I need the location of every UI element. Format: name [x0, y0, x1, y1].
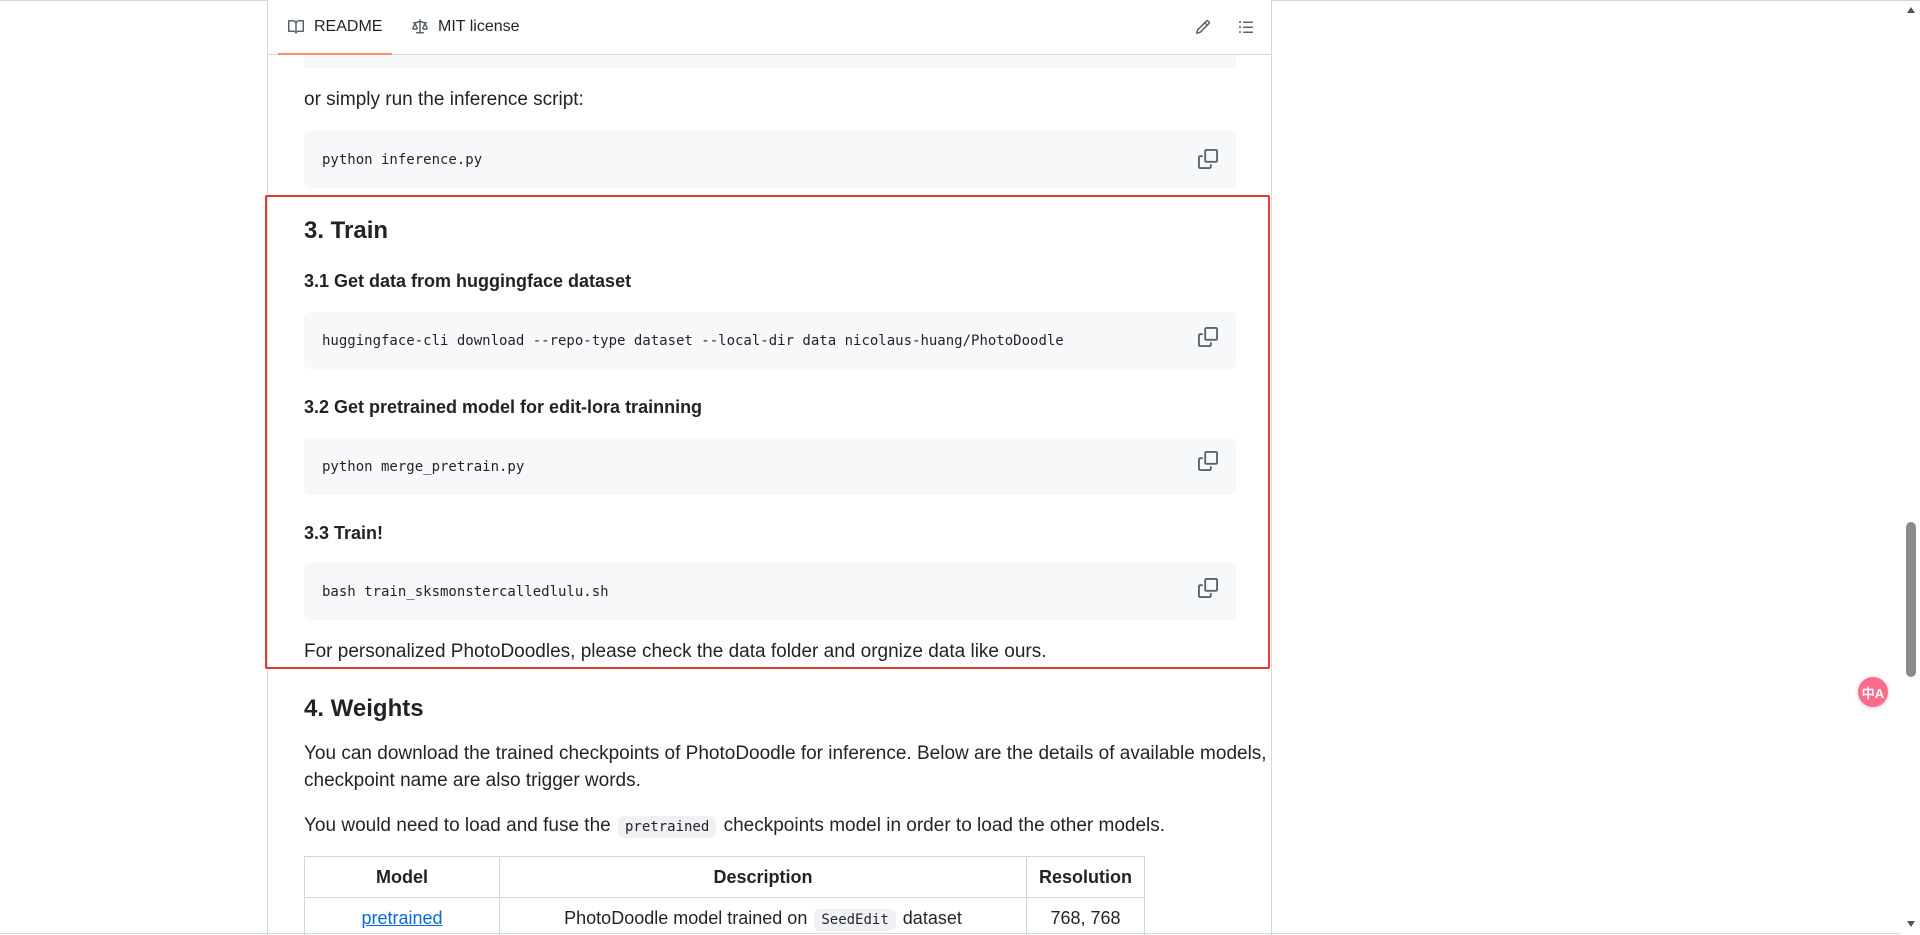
copy-button[interactable]: [1198, 327, 1218, 347]
readme-header: README MIT license: [268, 0, 1271, 55]
list-unordered-icon: [1239, 21, 1253, 33]
train-heading: 3. Train: [304, 217, 389, 244]
translate-icon-label: 中A: [1861, 685, 1885, 701]
table-header-resolution: Resolution: [1026, 856, 1145, 898]
edit-file-button[interactable]: [1192, 16, 1214, 38]
copy-button[interactable]: [1198, 578, 1218, 598]
outline-button[interactable]: [1235, 16, 1257, 38]
code-text: python inference.py: [322, 151, 483, 168]
subheading-get-data: 3.1 Get data from huggingface dataset: [304, 271, 632, 291]
weights-description-line1: You can download the trained checkpoints…: [304, 743, 1267, 764]
code-block-inference: python inference.py: [304, 131, 1236, 188]
code-text: python merge_pretrain.py: [322, 458, 525, 475]
table-cell-model: pretrained: [304, 897, 500, 935]
copy-icon: [1198, 451, 1218, 471]
table-cell-resolution: 768, 768: [1026, 897, 1145, 935]
pretrained-model-link[interactable]: pretrained: [361, 908, 442, 928]
tab-mit-license[interactable]: MIT license: [402, 0, 530, 54]
copy-icon: [1198, 578, 1218, 598]
bottom-divider: [0, 933, 1900, 934]
weights-heading: 4. Weights: [304, 695, 424, 722]
table-row: pretrained PhotoDoodle model trained on …: [304, 897, 1145, 935]
triangle-up-icon: [1907, 7, 1915, 13]
code-block-merge: python merge_pretrain.py: [304, 438, 1236, 495]
run-inference-text: or simply run the inference script:: [304, 89, 584, 110]
code-text: bash train_sksmonstercalledlulu.sh: [322, 583, 609, 600]
table-header-model: Model: [304, 856, 500, 898]
personalized-text: For personalized PhotoDoodles, please ch…: [304, 641, 1047, 662]
scroll-up-arrow[interactable]: [1906, 2, 1916, 13]
copy-button[interactable]: [1198, 451, 1218, 471]
code-block-download: huggingface-cli download --repo-type dat…: [304, 312, 1236, 369]
table-header-description: Description: [499, 856, 1027, 898]
weights-description-line2: checkpoint name are also trigger words.: [304, 770, 641, 791]
scroll-down-arrow[interactable]: [1906, 916, 1916, 927]
subheading-train: 3.3 Train!: [304, 523, 384, 543]
law-icon: [412, 19, 428, 35]
inline-code-pretrained: pretrained: [618, 816, 717, 838]
inline-code-seededit: SeedEdit: [814, 908, 896, 931]
tab-mit-license-label: MIT license: [438, 18, 520, 35]
copy-button[interactable]: [1198, 149, 1218, 169]
book-icon: [288, 19, 304, 35]
code-text: huggingface-cli download --repo-type dat…: [322, 332, 1064, 349]
tab-readme[interactable]: README: [278, 0, 393, 55]
fuse-text-after: checkpoints model in order to load the o…: [723, 815, 1166, 836]
triangle-down-icon: [1907, 921, 1915, 927]
translate-button[interactable]: 中A: [1858, 677, 1888, 707]
copy-icon: [1198, 149, 1218, 169]
copy-icon: [1198, 327, 1218, 347]
subheading-pretrained-model: 3.2 Get pretrained model for edit-lora t…: [304, 397, 703, 417]
table-header-row: Model Description Resolution: [304, 856, 1145, 898]
description-before: PhotoDoodle model trained on: [564, 907, 808, 928]
scrollbar-thumb[interactable]: [1906, 522, 1916, 677]
pencil-icon: [1195, 19, 1211, 35]
table-cell-description: PhotoDoodle model trained on SeedEdit da…: [499, 897, 1027, 935]
description-after: dataset: [902, 907, 962, 928]
code-block-train: bash train_sksmonstercalledlulu.sh: [304, 563, 1236, 620]
tab-readme-label: README: [314, 18, 383, 35]
readme-panel: README MIT license or simply run the inf…: [267, 0, 1272, 935]
previous-code-block-end: [304, 55, 1236, 68]
models-table: Model Description Resolution pretrained …: [304, 856, 1145, 935]
fuse-text-before: You would need to load and fuse the: [304, 815, 611, 836]
weights-fuse-text: You would need to load and fuse the pret…: [304, 812, 1165, 841]
